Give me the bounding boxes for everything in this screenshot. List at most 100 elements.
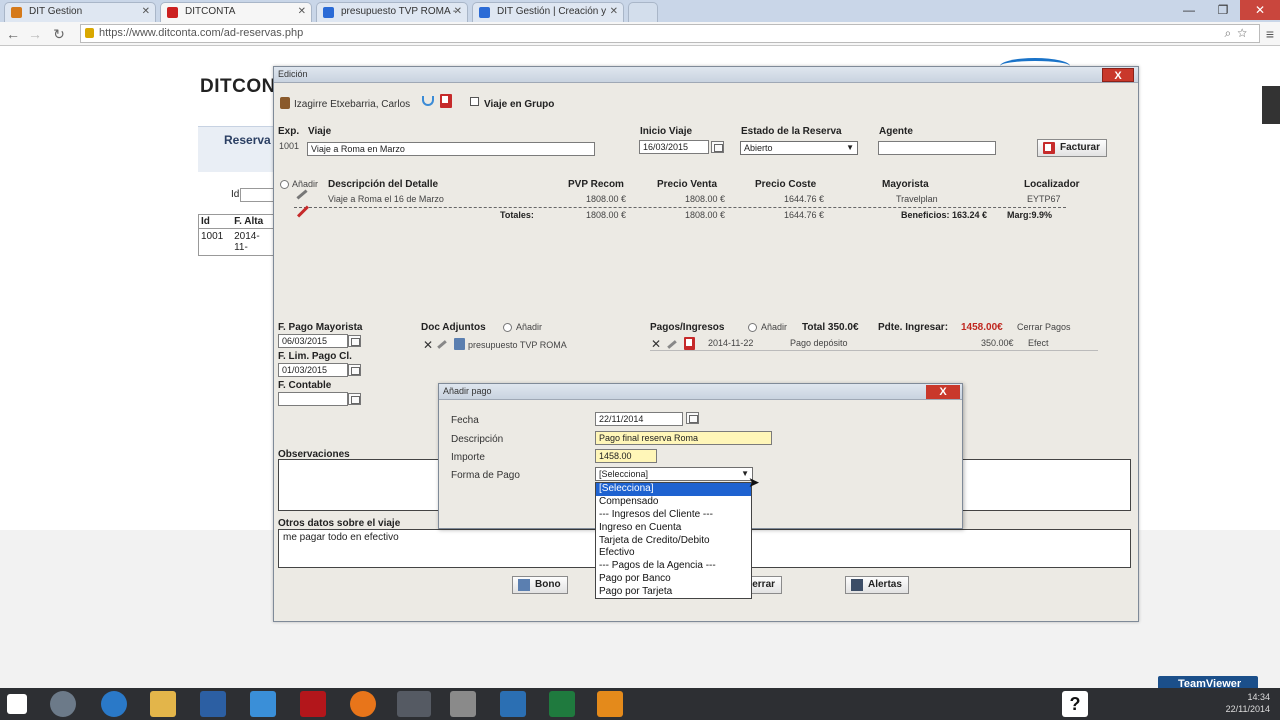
outlook-app-icon[interactable] <box>597 691 623 717</box>
pago-fecha: 2014-11-22 <box>708 338 754 348</box>
table-row[interactable]: 1001 2014-11- <box>199 229 275 255</box>
calendar-icon[interactable] <box>348 393 361 405</box>
internet-explorer-icon[interactable] <box>101 691 127 717</box>
minimize-button[interactable]: — <box>1172 0 1206 20</box>
dropdown-option[interactable]: Ingreso en Cuenta <box>596 522 751 535</box>
browser-tab-strip: DIT Gestion ✕ DITCONTA ✕ presupuesto TVP… <box>0 0 1280 22</box>
back-arrow-icon[interactable]: ← <box>4 25 22 43</box>
help-icon[interactable]: ? <box>1062 691 1088 717</box>
dropdown-option[interactable]: [Selecciona] <box>596 483 751 496</box>
detail-pvp: 1808.00 € <box>586 194 627 204</box>
chrome-icon[interactable] <box>397 691 431 717</box>
tab-title: presupuesto TVP ROMA - <box>341 6 457 17</box>
excel-icon[interactable] <box>549 691 575 717</box>
viaje-input[interactable]: Viaje a Roma en Marzo <box>307 142 595 156</box>
dialog-close-button[interactable]: X <box>926 385 960 399</box>
pagos-pdte-value: 1458.00€ <box>961 322 1003 333</box>
estado-label: Estado de la Reserva <box>741 126 842 137</box>
close-window-button[interactable]: ✕ <box>1240 0 1280 20</box>
calendar-icon[interactable] <box>711 141 724 153</box>
zoom-star-icons[interactable]: ⌕☆ <box>1224 26 1253 41</box>
teamviewer-app-icon[interactable] <box>450 691 476 717</box>
clock-date: 22/11/2014 <box>1225 704 1270 714</box>
forward-arrow-icon[interactable]: → <box>26 25 44 43</box>
tab-favicon-icon <box>11 7 22 18</box>
dropdown-option[interactable]: Compensado <box>596 496 751 509</box>
dialog-close-button[interactable]: X <box>1102 68 1134 82</box>
f-lim-pago-input[interactable]: 01/03/2015 <box>278 363 348 377</box>
edit-pencil-icon[interactable] <box>296 189 308 200</box>
detail-mayorista: Travelplan <box>896 194 938 204</box>
dropdown-option[interactable]: --- Ingresos del Cliente --- <box>596 509 751 522</box>
f-contable-input[interactable] <box>278 392 348 406</box>
dropdown-option[interactable]: Pago por Tarjeta <box>596 586 751 599</box>
descripcion-input[interactable]: Pago final reserva Roma <box>595 431 772 445</box>
system-clock[interactable]: 14:34 22/11/2014 <box>1226 691 1270 715</box>
forma-pago-select[interactable]: [Selecciona] ▼ <box>595 467 753 481</box>
tab-presupuesto[interactable]: presupuesto TVP ROMA - ✕ <box>316 2 468 22</box>
doc-file-link[interactable]: presupuesto TVP ROMA <box>468 340 567 350</box>
edit-doc-icon[interactable] <box>437 340 447 349</box>
browser-menu-icon[interactable]: ≡ <box>1266 26 1274 42</box>
pdf-icon[interactable] <box>440 94 452 108</box>
app-icon[interactable] <box>250 691 276 717</box>
add-doc-icon[interactable] <box>503 323 512 332</box>
facturar-button[interactable]: Facturar <box>1037 139 1108 157</box>
inicio-viaje-input[interactable]: 16/03/2015 <box>639 140 709 154</box>
delete-pago-icon[interactable]: ✕ <box>651 337 661 351</box>
add-doc-label[interactable]: Añadir <box>516 322 542 332</box>
dropdown-option[interactable]: Efectivo <box>596 547 751 560</box>
nav-reserva[interactable]: Reserva <box>198 126 274 172</box>
fecha-label: Fecha <box>451 415 479 426</box>
new-tab-button[interactable] <box>628 2 658 22</box>
user-icon <box>280 97 290 109</box>
col-mayorista: Mayorista <box>882 179 929 190</box>
windows-start-icon[interactable] <box>7 694 27 714</box>
viaje-label: Viaje <box>308 126 332 137</box>
bono-button[interactable]: Bono <box>512 576 568 594</box>
edit-client-icon[interactable] <box>422 96 434 106</box>
tab-ditconta[interactable]: DITCONTA ✕ <box>160 2 312 22</box>
add-pago-icon[interactable] <box>748 323 757 332</box>
dropdown-option[interactable]: --- Pagos de la Agencia --- <box>596 560 751 573</box>
estado-value: Abierto <box>744 143 773 153</box>
delete-doc-icon[interactable]: ✕ <box>423 338 433 352</box>
importe-input[interactable]: 1458.00 <box>595 449 657 463</box>
alertas-button[interactable]: Alertas <box>845 576 909 594</box>
f-pago-mayorista-input[interactable]: 06/03/2015 <box>278 334 348 348</box>
cerrar-pagos-link[interactable]: Cerrar Pagos <box>1017 322 1071 332</box>
viaje-grupo-label: Viaje en Grupo <box>484 99 555 110</box>
tab-dit-gestion-creacion[interactable]: DIT Gestión | Creación y ✕ <box>472 2 624 22</box>
outlook-icon[interactable] <box>500 691 526 717</box>
add-pago-label[interactable]: Añadir <box>761 322 787 332</box>
url-input[interactable]: https://www.ditconta.com/ad-reservas.php… <box>80 24 1260 43</box>
dropdown-option[interactable]: Tarjeta de Credito/Debito <box>596 535 751 548</box>
dropdown-option[interactable]: Pago por Banco <box>596 573 751 586</box>
edit-pago-icon[interactable] <box>667 340 677 349</box>
pdf-icon[interactable] <box>684 337 695 350</box>
calendar-icon[interactable] <box>686 412 699 424</box>
calendar-icon[interactable] <box>348 364 361 376</box>
file-explorer-icon[interactable] <box>150 691 176 717</box>
tab-dit-gestion[interactable]: DIT Gestion ✕ <box>4 2 156 22</box>
tab-close-icon[interactable]: ✕ <box>610 6 618 17</box>
acrobat-icon[interactable] <box>300 691 326 717</box>
tab-close-icon[interactable]: ✕ <box>298 6 306 17</box>
calendar-icon[interactable] <box>348 335 361 347</box>
fecha-input[interactable]: 22/11/2014 <box>595 412 683 426</box>
forma-pago-dropdown-list: [Selecciona] Compensado --- Ingresos del… <box>595 482 752 599</box>
maximize-button[interactable]: ❐ <box>1206 0 1240 20</box>
hp-icon[interactable] <box>50 691 76 717</box>
tab-close-icon[interactable]: ✕ <box>454 6 462 17</box>
firefox-icon[interactable] <box>350 691 376 717</box>
viaje-grupo-checkbox[interactable] <box>470 97 479 106</box>
estado-select[interactable]: Abierto ▼ <box>740 141 858 155</box>
pagos-total: Total 350.0€ <box>802 322 859 333</box>
tab-close-icon[interactable]: ✕ <box>142 6 150 17</box>
agente-input[interactable] <box>878 141 996 155</box>
add-detail-icon[interactable] <box>280 180 289 189</box>
side-feedback-tab[interactable] <box>1262 86 1280 124</box>
reload-icon[interactable]: ↻ <box>50 25 68 43</box>
stats-app-icon[interactable] <box>200 691 226 717</box>
add-detail-label[interactable]: Añadir <box>292 179 318 189</box>
